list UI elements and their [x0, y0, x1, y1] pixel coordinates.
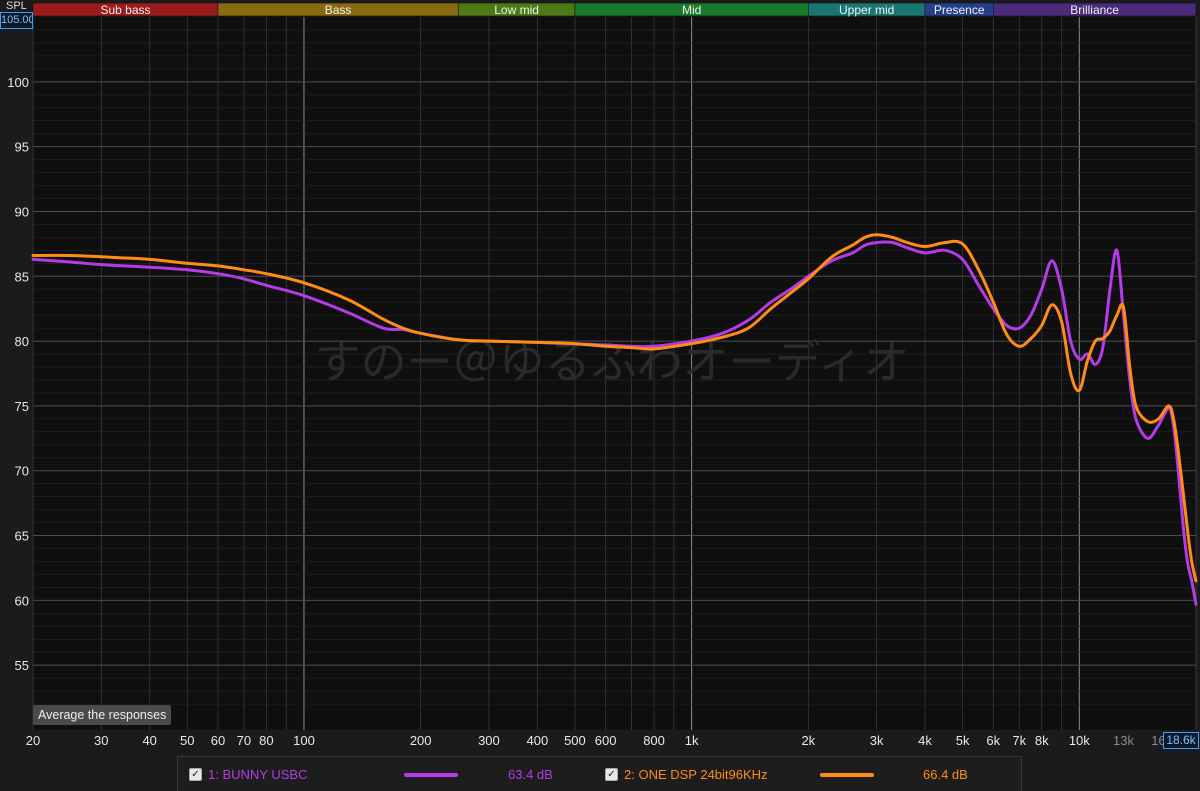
y-tick-label: 80	[15, 334, 29, 349]
x-tick-label: 60	[211, 733, 225, 748]
frequency-response-chart: Sub bass Bass Low mid Mid Upper mid Presence B…	[7, 2, 1198, 748]
y-tick-label: 85	[15, 269, 29, 284]
x-tick-label: 50	[180, 733, 194, 748]
x-tick-label: 400	[527, 733, 549, 748]
legend-swatch	[404, 773, 458, 777]
legend-label: 2: ONE DSP 24bit96KHz	[624, 767, 768, 782]
band-label: Presence	[934, 3, 985, 17]
x-tick-label: 600	[595, 733, 617, 748]
x-tick-label: 4k	[918, 733, 932, 748]
x-tick-label: 3k	[870, 733, 884, 748]
x-tick-label: 30	[94, 733, 108, 748]
x-tick-label: 80	[259, 733, 273, 748]
y-tick-label: 55	[15, 658, 29, 673]
legend-item-2[interactable]: ✓ 2: ONE DSP 24bit96KHz	[605, 757, 768, 791]
y-tick-label: 65	[15, 529, 29, 544]
legend-swatch	[820, 773, 874, 777]
x-tick-label: 70	[237, 733, 251, 748]
x-tick-label: 500	[564, 733, 586, 748]
x-tick-label: 200	[410, 733, 432, 748]
band-label: Brilliance	[1070, 3, 1119, 17]
y-axis-unit-label: SPL	[6, 0, 27, 12]
legend-panel: ✓ 1: BUNNY USBC 63.4 dB ✓ 2: ONE DSP 24b…	[177, 756, 1022, 791]
band-label: Upper mid	[839, 3, 894, 17]
y-tick-label: 75	[15, 399, 29, 414]
y-tick-label: 90	[15, 204, 29, 219]
x-tick-label: 300	[478, 733, 500, 748]
frequency-band-bar: Sub bass Bass Low mid Mid Upper mid Presence B…	[32, 2, 1197, 17]
band-label: Low mid	[494, 3, 539, 17]
legend-level: 63.4 dB	[508, 767, 553, 782]
x-tick-label: 8k	[1035, 733, 1049, 748]
x-tick-label: 10k	[1069, 733, 1090, 748]
y-tick-label: 95	[15, 140, 29, 155]
legend-level: 66.4 dB	[923, 767, 968, 782]
x-tick-label: 20	[26, 733, 40, 748]
checkbox-icon[interactable]: ✓	[605, 768, 618, 781]
legend-label: 1: BUNNY USBC	[208, 767, 308, 782]
x-tick-label: 13k	[1113, 733, 1134, 748]
x-tick-label: 2k	[801, 733, 815, 748]
y-tick-label: 100	[7, 75, 29, 90]
x-tick-label: 5k	[956, 733, 970, 748]
y-axis-ticks: 55 60 65 70 75 80 85 90 95 100	[7, 75, 29, 673]
x-tick-label: 100	[293, 733, 315, 748]
band-label: Mid	[682, 3, 701, 17]
legend-item-1[interactable]: ✓ 1: BUNNY USBC	[189, 757, 307, 791]
watermark: すのー＠ゆるふわオーディオ	[315, 335, 910, 389]
x-axis-ticks: 20 30 40 50 60 70 80 100 200 300 400 500 600 800 1k 2k 3…	[26, 733, 1166, 748]
y-max-input[interactable]: 105.00	[0, 12, 33, 29]
band-label: Sub bass	[100, 3, 150, 17]
y-tick-label: 70	[15, 464, 29, 479]
x-tick-label: 40	[142, 733, 156, 748]
x-tick-label: 1k	[685, 733, 699, 748]
x-tick-label: 6k	[986, 733, 1000, 748]
checkbox-icon[interactable]: ✓	[189, 768, 202, 781]
x-tick-label: 7k	[1012, 733, 1026, 748]
frequency-response-app: Sub bass Bass Low mid Mid Upper mid Presence B…	[0, 0, 1200, 791]
x-max-input[interactable]: 18.6k	[1163, 732, 1199, 749]
x-tick-label: 800	[643, 733, 665, 748]
y-tick-label: 60	[15, 593, 29, 608]
band-label: Bass	[325, 3, 352, 17]
average-responses-button[interactable]: Average the responses	[33, 705, 172, 725]
